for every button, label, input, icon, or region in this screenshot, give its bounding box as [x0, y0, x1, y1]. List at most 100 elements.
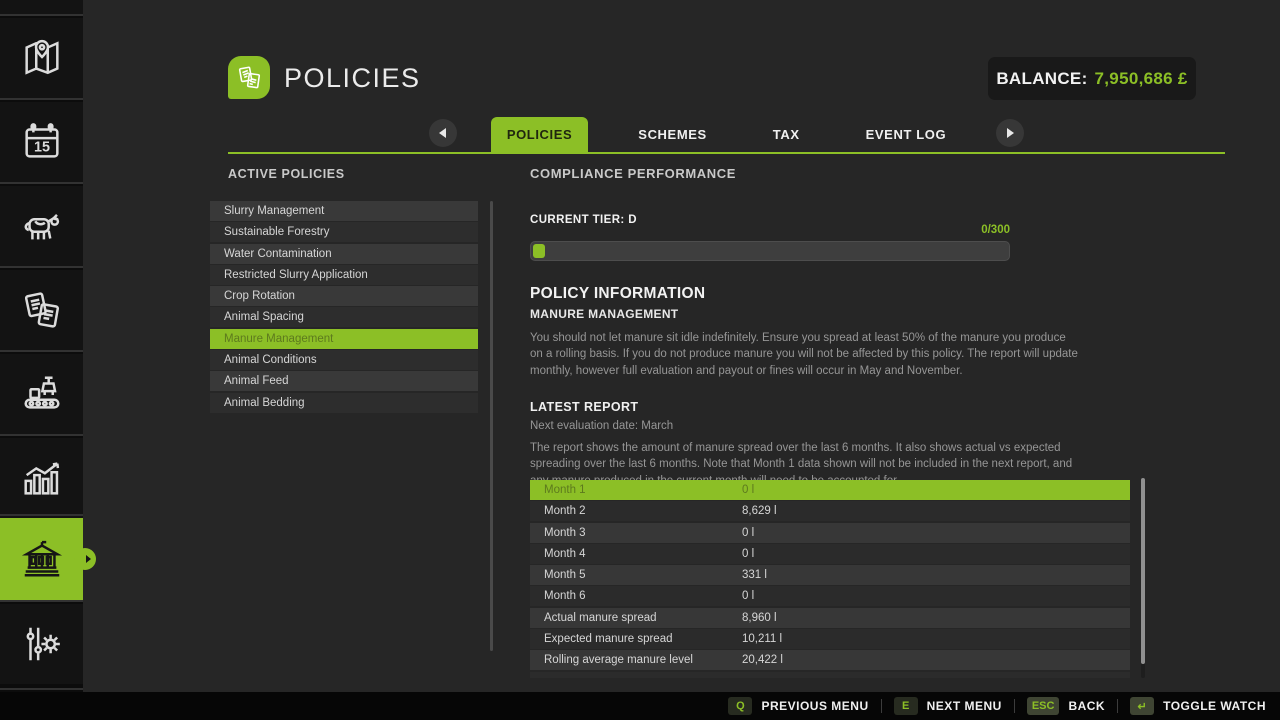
sidebar-menu: 15: [0, 0, 83, 720]
report-row-value: 8,960 l: [742, 612, 777, 624]
policies-header-icon: [228, 56, 270, 99]
report-table-row-clipped[interactable]: [530, 672, 1130, 678]
report-table: Month 10 lMonth 28,629 lMonth 30 lMonth …: [530, 480, 1130, 679]
report-row-label: Month 6: [530, 590, 742, 602]
sidebar-item-map[interactable]: [0, 18, 83, 98]
report-row-label: Month 3: [530, 527, 742, 539]
report-row-label: Rolling average manure level: [530, 654, 742, 666]
balance-label: BALANCE:: [996, 69, 1087, 89]
sidebar-item-statistics[interactable]: [0, 438, 83, 518]
policy-list-item[interactable]: Animal Bedding: [210, 393, 478, 413]
report-table-row[interactable]: Actual manure spread8,960 l: [530, 608, 1130, 628]
help-next-menu[interactable]: E NEXT MENU: [894, 697, 1002, 715]
finances-icon: [19, 287, 65, 333]
sidebar-item-finances[interactable]: [0, 270, 83, 350]
report-table-row[interactable]: Rolling average manure level20,422 l: [530, 650, 1130, 670]
input-help-bar: Q PREVIOUS MENU E NEXT MENU ESC BACK ↵TOGGLE W…: [0, 692, 1280, 720]
help-label: BACK: [1068, 699, 1105, 713]
sidebar-divider: [0, 98, 83, 100]
production-icon: [19, 371, 65, 417]
report-table-row[interactable]: Month 30 l: [530, 523, 1130, 543]
report-table-row-selected[interactable]: Month 10 l: [530, 480, 1130, 500]
tab-event-log[interactable]: EVENT LOG: [850, 117, 963, 152]
policy-list-item[interactable]: Crop Rotation: [210, 286, 478, 306]
tab-tax[interactable]: TAX: [757, 117, 816, 152]
help-label: NEXT MENU: [927, 699, 1002, 713]
policy-information-header: POLICY INFORMATION: [530, 285, 705, 303]
sidebar-item-animals[interactable]: [0, 186, 83, 266]
statistics-icon: [19, 455, 65, 501]
balance-value: 7,950,686 £: [1095, 69, 1188, 89]
compliance-progress-fill: [533, 244, 545, 258]
key-badge-enter: ↵: [1130, 697, 1154, 715]
report-row-label: Month 5: [530, 569, 742, 581]
compliance-progress-bar: [530, 241, 1010, 261]
animals-icon: [19, 203, 65, 249]
help-toggle-watch[interactable]: ↵TOGGLE WATCH: [1130, 697, 1266, 715]
report-table-row[interactable]: Month 5331 l: [530, 565, 1130, 585]
help-bar-divider: [881, 699, 882, 713]
policy-name-subheader: MANURE MANAGEMENT: [530, 307, 678, 321]
report-table-row[interactable]: Expected manure spread10,211 l: [530, 629, 1130, 649]
policy-list-item[interactable]: Water Contamination: [210, 244, 478, 264]
help-label: PREVIOUS MENU: [761, 699, 868, 713]
help-bar-divider: [1117, 699, 1118, 713]
report-row-label: Month 1: [530, 484, 742, 496]
report-row-label: Expected manure spread: [530, 633, 742, 645]
sidebar-item-bank[interactable]: [0, 518, 83, 600]
balance-display: BALANCE: 7,950,686 £: [988, 57, 1196, 100]
latest-report-header: LATEST REPORT: [530, 400, 638, 414]
policy-list-item[interactable]: Slurry Management: [210, 201, 478, 221]
tab-bar: POLICIES SCHEMES TAX EVENT LOG: [228, 114, 1225, 152]
tab-policies[interactable]: POLICIES: [491, 117, 588, 152]
tab-schemes[interactable]: SCHEMES: [622, 117, 723, 152]
policy-list-item[interactable]: Animal Spacing: [210, 307, 478, 327]
sidebar-divider: [0, 514, 83, 516]
key-badge-q: Q: [728, 697, 752, 715]
tab-underline: [228, 152, 1225, 154]
sidebar-divider: [0, 14, 83, 16]
sidebar-item-settings[interactable]: [0, 604, 83, 684]
calendar-icon: 15: [19, 119, 65, 165]
report-row-value: 8,629 l: [742, 505, 777, 517]
help-previous-menu[interactable]: Q PREVIOUS MENU: [728, 697, 868, 715]
report-table-scrollbar-thumb[interactable]: [1141, 478, 1145, 664]
help-back[interactable]: ESC BACK: [1027, 697, 1105, 715]
sidebar-item-production[interactable]: [0, 354, 83, 434]
key-badge-e: E: [894, 697, 918, 715]
policy-list-scrollbar[interactable]: [490, 201, 493, 651]
report-row-label: Month 4: [530, 548, 742, 560]
svg-text:15: 15: [34, 140, 50, 156]
report-table-row[interactable]: Month 28,629 l: [530, 501, 1130, 521]
sidebar-divider: [0, 266, 83, 268]
tab-previous-arrow-button[interactable]: [429, 119, 457, 147]
sidebar-item-partial: [0, 0, 83, 14]
report-row-value: 0 l: [742, 527, 754, 539]
report-table-row[interactable]: Month 60 l: [530, 586, 1130, 606]
report-row-value: 331 l: [742, 569, 767, 581]
next-evaluation-date: Next evaluation date: March: [530, 420, 673, 432]
active-policies-list: Slurry ManagementSustainable ForestryWat…: [210, 201, 478, 414]
report-row-value: 0 l: [742, 590, 754, 602]
policy-list-item[interactable]: Animal Feed: [210, 371, 478, 391]
page-title: POLICIES: [284, 63, 421, 94]
tab-next-arrow-button[interactable]: [996, 119, 1024, 147]
key-badge-esc: ESC: [1027, 697, 1060, 715]
policy-list-item[interactable]: Sustainable Forestry: [210, 222, 478, 242]
documents-icon: [236, 64, 263, 91]
report-row-label: Month 2: [530, 505, 742, 517]
policy-list-item[interactable]: Animal Conditions: [210, 350, 478, 370]
policy-list-item-selected[interactable]: Manure Management: [210, 329, 478, 349]
policy-list-item[interactable]: Restricted Slurry Application: [210, 265, 478, 285]
report-table-row[interactable]: Month 40 l: [530, 544, 1130, 564]
map-icon: [19, 35, 65, 81]
sidebar-item-calendar[interactable]: 15: [0, 102, 83, 182]
compliance-score: 0/300: [530, 224, 1010, 236]
report-row-value: 0 l: [742, 484, 754, 496]
report-row-value: 20,422 l: [742, 654, 783, 666]
report-table-scrollbar[interactable]: [1141, 478, 1145, 678]
sidebar-divider: [0, 688, 83, 690]
sidebar-divider: [0, 182, 83, 184]
sidebar-divider: [0, 600, 83, 602]
policy-description: You should not let manure sit idle indef…: [530, 330, 1078, 379]
